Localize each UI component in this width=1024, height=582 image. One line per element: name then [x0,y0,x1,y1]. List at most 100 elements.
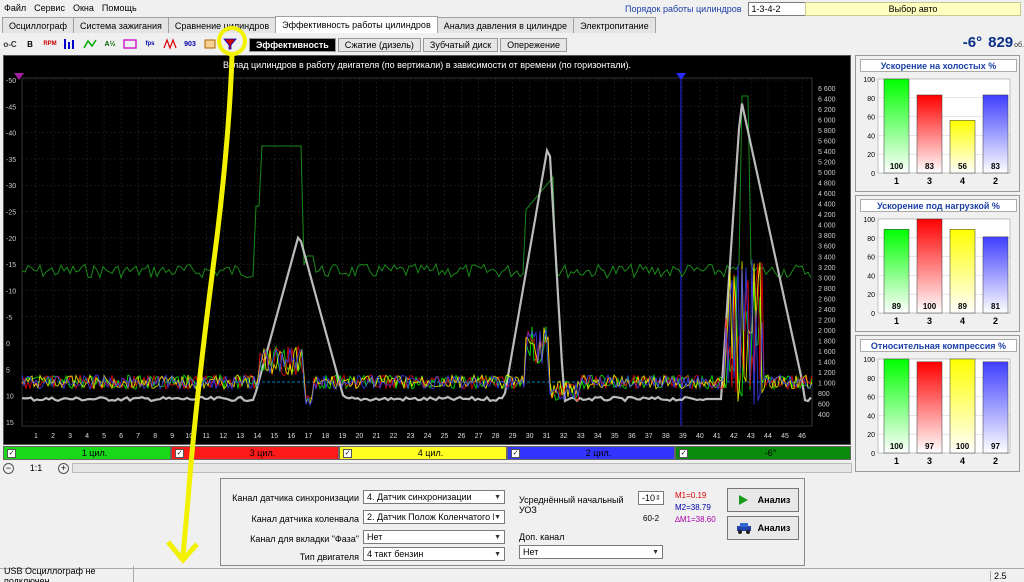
cylinder-toggle-4[interactable]: ✓ -6° [675,446,851,460]
plot-ytick-right: 3 600 [818,244,836,251]
toolbar: o-C B RPM A½ fps 903 [0,34,240,54]
zoom-in-button[interactable]: + [58,462,69,474]
sub-tabs: Эффективность Сжатие (дизель) Зубчатый дис… [249,38,569,53]
plot-ytick-left: -10 [6,288,16,295]
cylinder-label: -6° [764,448,777,458]
mini-bar-label: 89 [892,302,901,311]
subtab-3[interactable]: Опережение [500,38,567,52]
plot-xtick: 16 [287,433,295,440]
subtab-0[interactable]: Эффективность [249,38,336,52]
plot-xtick: 33 [577,433,585,440]
mini-bar-label: 100 [890,442,904,451]
tab-4[interactable]: Анализ давления в цилиндре [436,17,575,33]
sync-icon[interactable] [120,35,140,53]
plot-xtick: 37 [645,433,653,440]
analyze-car-button-label: Анализ [757,523,791,533]
zoom-out-button[interactable]: − [3,462,14,474]
horizontal-scrollbar[interactable] [72,463,852,473]
chevron-down-icon: ▼ [494,550,501,558]
crank-channel-label: Канал датчика коленвала [251,514,359,524]
plot-xtick: 28 [492,433,500,440]
m2-value: M2=38.79 [675,503,711,512]
plot-ytick-right: 3 400 [818,254,836,261]
mini-ytick: 40 [867,413,875,420]
histogram-icon[interactable] [60,35,80,53]
tab-3[interactable]: Эффективность работы цилиндров [275,16,438,33]
extra-channel-select[interactable]: Нет ▼ [519,545,663,559]
mini-ytick: 20 [867,152,875,159]
cylinder-toggle-3[interactable]: ✓ 2 цил. [507,446,675,460]
plot-ytick-right: 5 000 [818,170,836,177]
mini-ytick: 80 [867,236,875,243]
fps-icon[interactable]: fps [140,35,160,53]
wave-icon[interactable] [80,35,100,53]
checkbox-icon[interactable]: ✓ [7,448,16,458]
mini-chart-title: Относительная компрессия % [860,339,1017,352]
cylinder-toggle-2[interactable]: ✓ 4 цил. [339,446,507,460]
mini-chart-1: Ускорение под нагрузкой % 100 80 60 40 20 0 89 1… [855,195,1020,332]
trigger-icon[interactable] [160,35,180,53]
plot-ytick-right: 2 400 [818,307,836,314]
sync-channel-select[interactable]: 4. Датчик синхронизации ▼ [363,490,505,504]
tab-0[interactable]: Осциллограф [2,17,74,33]
plot-ytick-right: 1 600 [818,349,836,356]
uoz-spinner[interactable]: -10 ⇕ [638,491,664,505]
mini-bar-label: 97 [925,442,934,451]
menu-service[interactable]: Сервис [30,3,69,13]
phase-channel-select[interactable]: Нет ▼ [363,530,505,544]
counter-903-icon[interactable]: 903 [180,35,200,53]
filter-icon[interactable] [220,35,240,53]
plot-xtick: 36 [628,433,636,440]
bold-icon[interactable]: B [20,35,40,53]
chevron-down-icon: ▼ [494,493,501,501]
plot-ytick-left: -35 [6,157,16,164]
cylinder-toggle-1[interactable]: ✓ 3 цил. [171,446,339,460]
mini-chart-0: Ускорение на холостых % 100 80 60 40 20 0 100 1 8… [855,55,1020,192]
cylinder-label: 1 цил. [81,448,108,458]
mini-ytick: 0 [871,451,875,458]
mini-ytick: 100 [863,77,875,84]
checkbox-icon[interactable]: ✓ [679,448,688,458]
engine-type-label: Тип двигателя [299,552,359,562]
menu-help[interactable]: Помощь [98,3,141,13]
plot-xtick: 13 [236,433,244,440]
plot-ytick-left: 10 [6,394,14,401]
fraction-icon[interactable]: A½ [100,35,120,53]
engine-type-select[interactable]: 4 такт бензин ▼ [363,547,505,561]
tab-5[interactable]: Электропитание [573,17,656,33]
rpm-icon[interactable]: RPM [40,35,60,53]
mini-category: 3 [927,456,932,466]
marker-icon[interactable] [200,35,220,53]
checkbox-icon[interactable]: ✓ [343,448,352,458]
select-car-button[interactable]: Выбор авто [805,2,1021,16]
checkbox-icon[interactable]: ✓ [175,448,184,458]
menu-file[interactable]: Файл [0,3,30,13]
subtab-1[interactable]: Сжатие (дизель) [337,38,421,52]
mini-ytick: 0 [871,171,875,178]
mini-ytick: 100 [863,357,875,364]
plot-ytick-right: 2 600 [818,296,836,303]
analyze-button-label: Анализ [757,495,791,505]
analyze-button[interactable]: Анализ [727,488,799,512]
tab-2[interactable]: Сравнение цилиндров [167,17,277,33]
play-icon [738,495,748,505]
efficiency-plot[interactable]: -50 -45 -40 -35 -30 -25 -20 -15 -10 -5 0 5 10 15 6 600… [3,55,851,445]
crank-channel-select[interactable]: 2. Датчик Полож Коленчатого Вал▼ [363,510,505,524]
plot-xtick: 43 [747,433,755,440]
mini-bar [916,218,943,314]
tab-1[interactable]: Система зажигания [73,17,169,33]
mini-chart-2: Относительная компрессия % 100 80 60 40 20 0 10… [855,335,1020,472]
subtab-2[interactable]: Зубчатый диск [422,38,499,52]
mini-bar [883,358,910,454]
rpm-readout: -6° 829 об. [920,34,1024,54]
chevron-down-icon: ▼ [652,548,659,556]
plot-xtick: 29 [509,433,517,440]
menu-windows[interactable]: Окна [69,3,98,13]
checkbox-icon[interactable]: ✓ [511,448,520,458]
channel-icon[interactable]: o-C [0,35,20,53]
mini-category: 2 [993,456,998,466]
analyze-car-button[interactable]: Анализ [727,516,799,540]
mini-category: 2 [993,316,998,326]
cylinder-toggle-0[interactable]: ✓ 1 цил. [3,446,171,460]
plot-xtick: 35 [611,433,619,440]
